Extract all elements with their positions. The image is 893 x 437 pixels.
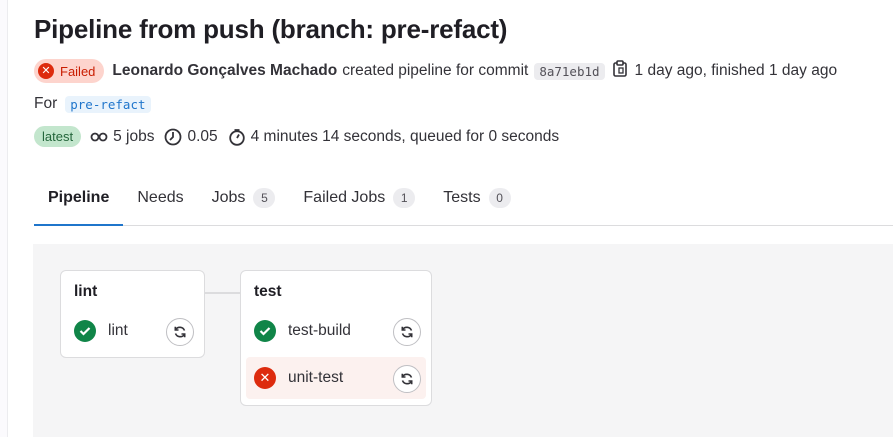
tab-tests-label: Tests [443,189,481,206]
tests-count-badge: 0 [488,188,511,208]
for-branch-row: For pre-refact [34,95,151,113]
tab-jobs[interactable]: Jobs 5 [198,171,290,225]
tab-failed-jobs[interactable]: Failed Jobs 1 [289,171,429,225]
tab-needs-label: Needs [137,189,184,206]
success-icon [254,320,276,342]
time-stat: 4 minutes 14 seconds, queued for 0 secon… [228,128,559,146]
job-name: unit-test [288,369,344,386]
latest-badge: latest [34,126,82,147]
pipeline-stats: latest 5 jobs 0.05 4 minutes 14 seconds,… [34,126,569,147]
created-text: created pipeline for commit [342,62,529,79]
stage-connector [205,292,240,294]
for-label: For [34,95,58,112]
tab-needs[interactable]: Needs [123,171,197,225]
tab-failed-jobs-label: Failed Jobs [303,189,386,206]
left-sidebar-edge [0,0,8,437]
timer-icon [228,128,245,146]
tab-pipeline[interactable]: Pipeline [34,171,124,226]
retry-icon[interactable] [393,365,421,393]
job-test-build[interactable]: test-build [254,318,394,344]
failed-icon: ✕ [254,367,276,389]
stage-test: test test-build ✕ unit-test [240,270,432,406]
job-name: lint [108,322,128,339]
jobs-count-badge: 5 [253,188,276,208]
author-link[interactable]: Leonardo Gonçalves Machado [112,62,337,80]
commit-sha-link[interactable]: 8a71eb1d [534,62,605,80]
failed-status-icon: ✕ [38,63,54,79]
duration-stat: 0.05 [164,127,218,146]
tab-jobs-label: Jobs [211,189,246,206]
success-icon [74,320,96,342]
page-title: Pipeline from push (branch: pre-refact) [34,14,508,44]
retry-icon[interactable] [393,318,421,346]
status-badge[interactable]: ✕ Failed [34,59,105,83]
gauge-icon [165,128,182,145]
branch-link[interactable]: pre-refact [65,95,151,113]
pipeline-tabs: Pipeline Needs Jobs 5 Failed Jobs 1 Test… [34,171,893,226]
duration-time: 4 minutes 14 seconds, queued for 0 secon… [250,127,560,145]
job-name: test-build [288,322,351,339]
copy-icon[interactable] [612,60,627,82]
jobs-stat: 5 jobs [90,128,154,146]
pipeline-meta: ✕ Failed Leonardo Gonçalves Machado crea… [34,58,837,84]
pipeline-icon [90,132,108,141]
tab-pipeline-label: Pipeline [48,189,110,206]
stage-title: test [254,283,282,300]
pipeline-time: 1 day ago, finished 1 day ago [634,62,838,79]
stage-title: lint [74,283,98,300]
retry-icon[interactable] [166,318,194,346]
tab-tests[interactable]: Tests 0 [429,171,524,225]
jobs-count: 5 jobs [113,127,155,145]
failed-jobs-count-badge: 1 [393,188,416,208]
stage-lint: lint lint [60,270,205,358]
status-badge-label: Failed [60,63,96,79]
duration-value: 0.05 [187,127,218,145]
